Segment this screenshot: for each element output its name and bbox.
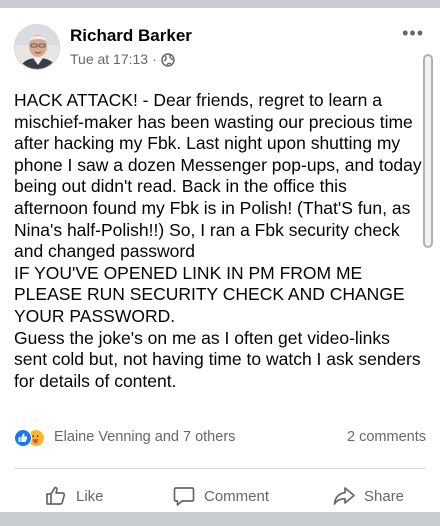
scrollbar[interactable]: [423, 54, 433, 248]
post-header: Richard Barker Tue at 17:13 · •••: [14, 24, 426, 74]
share-icon: [333, 487, 355, 505]
like-button[interactable]: Like: [44, 478, 104, 514]
reactions-bar[interactable]: Elaine Venning and 7 others 2 comments: [14, 428, 426, 448]
divider: [14, 468, 426, 469]
post-card: Richard Barker Tue at 17:13 · ••• HACK A…: [0, 8, 440, 512]
globe-icon: [161, 52, 175, 67]
post-meta: Tue at 17:13 ·: [70, 51, 175, 67]
like-reaction-icon: [14, 429, 32, 447]
meta-separator: ·: [152, 51, 157, 67]
post-timestamp[interactable]: Tue at 17:13: [70, 51, 148, 67]
reactions-summary[interactable]: Elaine Venning and 7 others: [54, 429, 235, 445]
avatar[interactable]: [14, 24, 60, 70]
share-button[interactable]: Share: [332, 478, 404, 514]
post-body-text: HACK ATTACK! - Dear friends, regret to l…: [14, 90, 422, 391]
post-actions: Like Comment Share: [0, 478, 440, 514]
reaction-icons: [14, 428, 52, 448]
share-label: Share: [364, 487, 405, 505]
author-name[interactable]: Richard Barker: [70, 26, 192, 46]
comment-icon: [173, 487, 195, 506]
comments-count[interactable]: 2 comments: [347, 429, 426, 445]
thumbs-up-icon: [46, 486, 66, 505]
comment-label: Comment: [204, 487, 270, 505]
more-options-icon[interactable]: •••: [402, 24, 424, 42]
like-label: Like: [76, 487, 104, 505]
comment-button[interactable]: Comment: [172, 478, 269, 514]
